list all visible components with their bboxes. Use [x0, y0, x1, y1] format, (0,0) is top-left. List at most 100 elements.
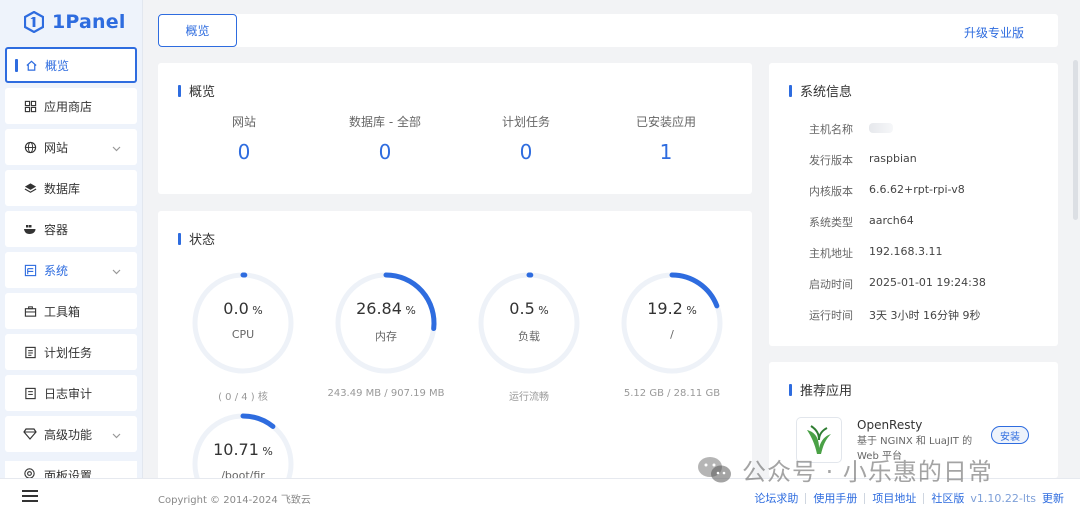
app-logo[interactable]: 1Panel [0, 0, 142, 44]
install-button[interactable]: 安装 [991, 426, 1029, 444]
card-title: 概览 [178, 81, 215, 100]
1panel-logo-icon [24, 11, 44, 33]
wechat-icon [698, 456, 731, 482]
info-value: 192.168.3.11 [869, 245, 943, 258]
task-icon [23, 345, 37, 359]
info-key: 主机地址 [809, 247, 853, 260]
upgrade-pro-link[interactable]: 升级专业版 [964, 24, 1024, 41]
logo-text: 1Panel [52, 11, 126, 33]
gauge-cpu[interactable]: 0.0 % CPU [191, 271, 295, 375]
toolbox-icon [23, 304, 37, 318]
stat-value[interactable]: 0 [315, 140, 455, 164]
stat-websites[interactable]: 网站 0 [174, 113, 314, 164]
sidebar-item-overview[interactable]: 概览 [5, 47, 137, 83]
info-row-kernel: 内核版本 6.6.62+rpt-rpi-v8 [769, 183, 965, 199]
stat-label: 网站 [231, 115, 256, 129]
sidebar-item-label: 面板设置 [44, 469, 93, 478]
tab-overview[interactable]: 概览 [158, 14, 237, 47]
sidebar-item-label: 高级功能 [44, 427, 93, 442]
gauge-value: 0.5 % [509, 299, 549, 318]
info-value: 6.6.62+rpt-rpi-v8 [869, 183, 965, 196]
sidebar-item-label: 工具箱 [44, 304, 81, 319]
info-key: 运行时间 [809, 309, 853, 322]
sidebar-item-panel-settings[interactable]: 面板设置 [5, 461, 137, 478]
sidebar-item-label: 应用商店 [44, 99, 93, 114]
sidebar-footer [0, 478, 143, 514]
gauge-arc [240, 413, 276, 429]
sidebar-item-toolbox[interactable]: 工具箱 [5, 293, 137, 329]
project-link[interactable]: 项目地址 [872, 490, 916, 506]
edition-link[interactable]: 社区版 [931, 490, 964, 506]
gauge-value: 0.0 % [223, 299, 263, 318]
chevron-down-icon [112, 428, 121, 442]
sidebar-item-label: 网站 [44, 140, 69, 155]
info-row-hostname: 主机名称 [769, 121, 893, 137]
stat-value[interactable]: 0 [456, 140, 596, 164]
sidebar-item-label: 容器 [44, 222, 69, 237]
sidebar-item-label: 概览 [45, 58, 70, 73]
settings-icon [23, 467, 37, 478]
top-tab-bar: 概览 升级专业版 [158, 14, 1058, 47]
sidebar-item-system[interactable]: 系统 [5, 252, 137, 288]
system-info-card: 系统信息 主机名称 发行版本 raspbian 内核版本 6.6.62+rpt-… [769, 63, 1058, 346]
stat-databases[interactable]: 数据库 - 全部 0 [315, 113, 455, 164]
sidebar-item-websites[interactable]: 网站 [5, 129, 137, 165]
card-title: 推荐应用 [789, 380, 852, 399]
info-value: 3天 3小时 16分钟 9秒 [869, 309, 981, 322]
collapse-menu-icon[interactable] [22, 490, 38, 504]
sidebar-item-label: 数据库 [44, 181, 81, 196]
wechat-watermark: 公众号 · 小乐惠的日常 [696, 452, 993, 487]
stat-value[interactable]: 0 [174, 140, 314, 164]
info-key: 内核版本 [809, 185, 853, 198]
update-link[interactable]: 更新 [1042, 490, 1064, 506]
app-name[interactable]: OpenResty [857, 418, 922, 432]
info-key: 系统类型 [809, 216, 853, 229]
info-row-host-address: 主机地址 192.168.3.11 [769, 245, 942, 261]
sidebar-nav: 概览 应用商店 网站 数据库 容器 系统 工具箱 计划任务 日志审计 高级功能 [5, 47, 137, 457]
gauge-value: 19.2 % [647, 299, 697, 318]
sidebar: 1Panel 概览 应用商店 网站 数据库 容器 系统 工具箱 计划任务 日志审… [0, 0, 143, 514]
info-value: 2025-01-01 19:24:38 [869, 276, 986, 289]
page-scrollbar[interactable] [1073, 60, 1078, 220]
stat-value[interactable]: 1 [596, 140, 736, 164]
chevron-down-icon [112, 264, 121, 278]
gauge-foot: 5.12 GB / 28.11 GB [623, 388, 721, 399]
gauge-label: / [670, 328, 674, 341]
info-value: aarch64 [869, 214, 914, 227]
stat-label: 已安装应用 [635, 115, 696, 129]
sidebar-item-audit-logs[interactable]: 日志审计 [5, 375, 137, 411]
gauge-label: 内存 [375, 330, 397, 343]
sidebar-item-advanced[interactable]: 高级功能 [5, 416, 137, 452]
gauge-value: 26.84 % [356, 299, 416, 318]
forum-link[interactable]: 论坛求助 [754, 490, 798, 506]
copyright-text: Copyright © 2014-2024 飞致云 [158, 495, 311, 506]
diamond-icon [23, 427, 37, 441]
sidebar-item-containers[interactable]: 容器 [5, 211, 137, 247]
status-card: 状态 0.0 % CPU ( 0 / 4 ) 核 26.84 % 内存 243.… [158, 211, 752, 491]
log-icon [23, 386, 37, 400]
whale-icon [23, 222, 37, 236]
gauge-memory[interactable]: 26.84 % 内存 [334, 271, 438, 375]
manual-link[interactable]: 使用手册 [813, 490, 857, 506]
info-row-arch: 系统类型 aarch64 [769, 214, 914, 230]
gauge-load[interactable]: 0.5 % 负载 [477, 271, 581, 375]
sidebar-item-label: 日志审计 [44, 386, 93, 401]
info-key: 主机名称 [809, 123, 853, 136]
overview-card: 概览 网站 0 数据库 - 全部 0 计划任务 0 已安装应用 1 [158, 63, 752, 194]
stat-installed-apps[interactable]: 已安装应用 1 [596, 113, 736, 164]
info-row-uptime: 运行时间 3天 3小时 16分钟 9秒 [769, 307, 980, 323]
sidebar-item-app-store[interactable]: 应用商店 [5, 88, 137, 124]
redacted-hostname [869, 123, 893, 133]
version-label: v1.10.22-lts [970, 491, 1036, 505]
info-key: 发行版本 [809, 154, 853, 167]
layers-icon [23, 181, 37, 195]
info-row-distro: 发行版本 raspbian [769, 152, 917, 168]
info-key: 启动时间 [809, 278, 853, 291]
stat-cron-tasks[interactable]: 计划任务 0 [456, 113, 596, 164]
gauge-root-disk[interactable]: 19.2 % / [620, 271, 724, 375]
footer-links: 论坛求助 使用手册 项目地址 社区版 v1.10.22-lts 更新 [754, 490, 1064, 506]
card-title: 系统信息 [789, 81, 852, 100]
sidebar-item-cron-tasks[interactable]: 计划任务 [5, 334, 137, 370]
sidebar-item-database[interactable]: 数据库 [5, 170, 137, 206]
sidebar-item-label: 系统 [44, 263, 69, 278]
